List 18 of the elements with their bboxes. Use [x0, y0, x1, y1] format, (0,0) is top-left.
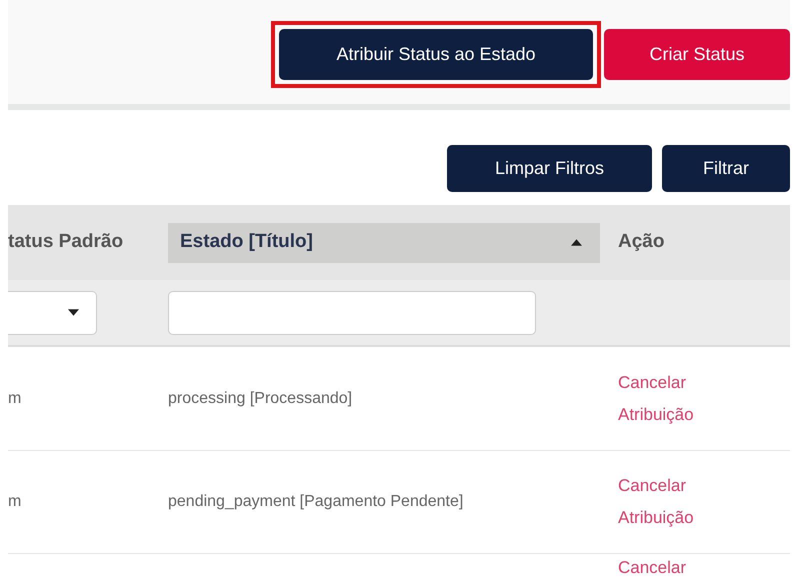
state-filter-field[interactable] [168, 290, 536, 334]
table-cell: m [8, 390, 22, 406]
column-header[interactable]: tatus Padrão [8, 228, 124, 257]
cancel-assignment-link[interactable]: Cancelar Atribuição [618, 470, 718, 534]
sort-ascending-icon [571, 239, 582, 246]
cancel-assignment-link[interactable]: Cancelar [618, 556, 718, 580]
table-cell: pending_payment [Pagamento Pendente] [168, 493, 464, 510]
status-select[interactable] [8, 290, 97, 334]
create-status-button[interactable]: Criar Status [604, 28, 790, 80]
column-header[interactable]: Estado [Título] [168, 222, 600, 262]
table-cell: processing [Processando] [168, 390, 352, 406]
filter-button[interactable]: Filtrar [662, 145, 790, 192]
dropdown-caret-icon [68, 309, 79, 316]
clear-filters-button[interactable]: Limpar Filtros [447, 145, 652, 192]
column-header[interactable]: Ação [600, 228, 664, 257]
table-cell: m [8, 493, 22, 510]
assign-status-button[interactable]: Atribuir Status ao Estado [279, 28, 593, 80]
cancel-assignment-link[interactable]: Cancelar Atribuição [618, 366, 718, 430]
